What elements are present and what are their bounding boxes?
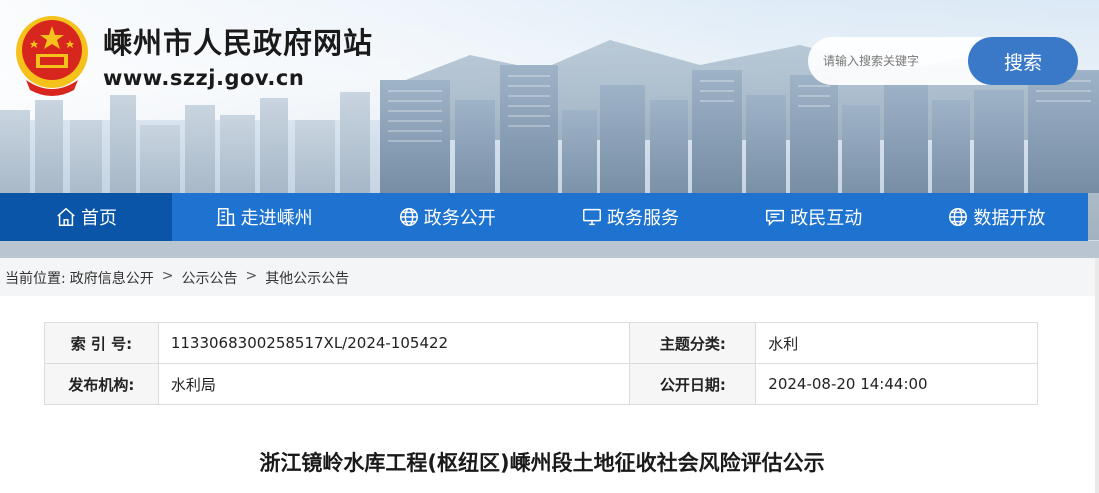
table-row: 发布机构: 水利局 公开日期: 2024-08-20 14:44:00 [44,363,1038,405]
date-value: 2024-08-20 14:44:00 [755,363,1038,405]
chat-icon [766,209,785,227]
site-title: 嵊州市人民政府网站 [103,26,374,60]
nav-item-label: 数据开放 [973,208,1046,229]
main-nav: 首页 走进嵊州 政务公开 政务服务 政民互动 数据开放 [0,193,1088,241]
national-emblem-icon [16,16,88,96]
nav-item-interaction[interactable]: 政民互动 [722,193,905,241]
date-label: 公开日期: [629,363,757,405]
document-meta-table: 索 引 号: 1133068300258517XL/2024-105422 主题… [44,322,1038,405]
breadcrumb-prefix: 当前位置: [5,271,66,287]
search-button[interactable]: 搜索 [968,37,1078,85]
nav-item-label: 政务服务 [607,208,679,229]
nav-item-gov-service[interactable]: 政务服务 [538,193,721,241]
scrollbar-track[interactable] [1095,258,1099,493]
nav-item-data-open[interactable]: 数据开放 [905,193,1088,241]
breadcrumb-separator: > [245,268,258,284]
index-label: 索 引 号: [44,322,159,364]
home-icon [57,207,75,226]
breadcrumb: 当前位置: 政府信息公开 > 公示公告 > 其他公示公告 [5,268,349,288]
nav-item-about[interactable]: 走进嵊州 [172,193,355,241]
table-row: 索 引 号: 1133068300258517XL/2024-105422 主题… [44,322,1038,364]
nav-item-label: 首页 [81,208,117,229]
breadcrumb-link-other-notices[interactable]: 其他公示公告 [265,268,349,288]
building-icon [216,208,235,226]
nav-item-gov-open[interactable]: 政务公开 [355,193,538,241]
topic-label: 主题分类: [629,322,757,364]
search-box: 搜索 [808,37,1078,85]
publisher-label: 发布机构: [44,363,159,405]
breadcrumb-link-notices[interactable]: 公示公告 [181,268,237,288]
topic-value: 水利 [755,322,1038,364]
index-value: 1133068300258517XL/2024-105422 [157,322,631,364]
nav-item-label: 政务公开 [423,208,496,229]
article-title: 浙江镜岭水库工程(枢纽区)嵊州段土地征收社会风险评估公示 [259,451,825,475]
nav-edge [1088,193,1099,241]
monitor-icon [583,208,601,226]
site-url: www.szzj.gov.cn [103,66,305,90]
nav-item-home[interactable]: 首页 [0,193,172,241]
nav-item-label: 走进嵊州 [240,208,313,229]
nav-item-label: 政民互动 [790,208,863,229]
globe-icon [949,208,968,226]
globe-icon [399,208,418,226]
breadcrumb-separator: > [161,268,174,284]
publisher-value: 水利局 [157,363,631,405]
breadcrumb-link-gov-info[interactable]: 政府信息公开 [70,268,154,288]
